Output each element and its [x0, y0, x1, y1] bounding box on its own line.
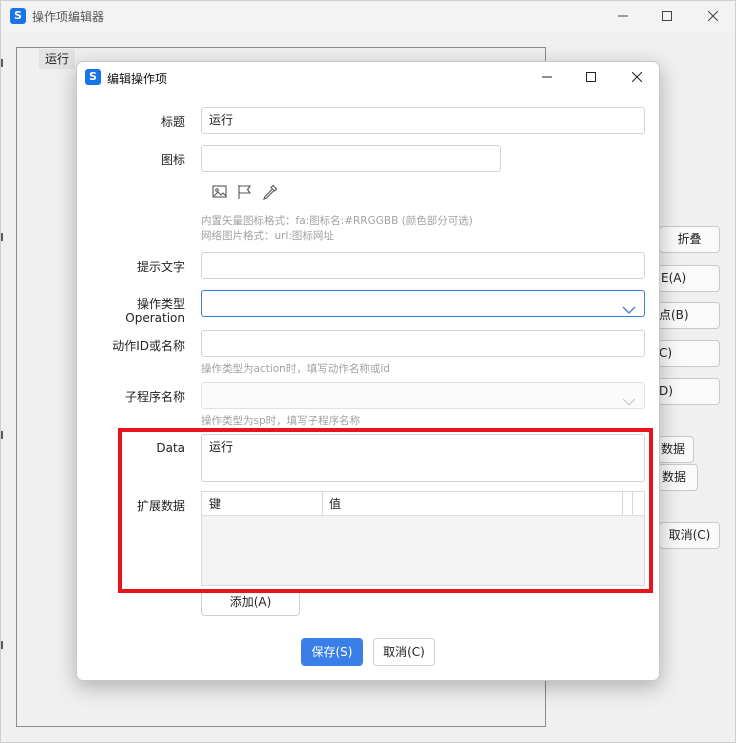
ext-data-label: 扩展数据 — [136, 499, 185, 513]
editor-title: 操作项编辑器 — [32, 10, 105, 24]
chevron-down-icon — [622, 391, 636, 416]
add-button-partial[interactable]: E(A) — [651, 265, 720, 292]
d-button-partial[interactable]: D) — [651, 378, 720, 405]
chevron-down-icon[interactable] — [622, 299, 636, 324]
title-input[interactable]: 运行 — [201, 107, 645, 134]
data-label: Data — [156, 441, 185, 455]
tooltip-input[interactable] — [201, 252, 645, 279]
edit-item-dialog: S 编辑操作项 标题 运行 图标 内置矢量图标格式：fa:图标名:#RRGGBB… — [76, 61, 660, 681]
operation-type-label: 操作类型 — [136, 297, 185, 311]
fold-button[interactable]: 折叠 — [659, 226, 720, 253]
operation-type-select[interactable] — [201, 290, 645, 317]
icon-label: 图标 — [160, 153, 185, 167]
close-icon[interactable] — [703, 6, 723, 26]
subprogram-label: 子程序名称 — [124, 390, 185, 404]
maximize-icon[interactable] — [581, 67, 601, 87]
add-row-button[interactable]: 添加(A) — [201, 589, 300, 616]
point-button-partial[interactable]: 点(B) — [651, 302, 720, 329]
outer-cancel-button[interactable]: 取消(C) — [659, 522, 720, 549]
save-button[interactable]: 保存(S) — [301, 638, 363, 666]
action-id-label: 动作ID或名称 — [112, 339, 185, 353]
eyedropper-icon[interactable] — [261, 183, 279, 201]
close-icon[interactable] — [627, 67, 647, 87]
editor-titlebar: S 操作项编辑器 — [1, 1, 735, 31]
grid-column-divider[interactable] — [632, 492, 633, 516]
subprogram-select — [201, 382, 645, 409]
app-icon: S — [10, 8, 26, 24]
dialog-title: 编辑操作项 — [107, 72, 168, 86]
left-edge-marker — [1, 641, 3, 649]
title-label: 标题 — [160, 115, 185, 129]
c-button-partial[interactable]: C) — [651, 340, 720, 367]
left-edge-marker — [1, 233, 3, 241]
icon-format-hint-2: 网络图片格式：url:图标网址 — [201, 230, 334, 242]
data-textarea[interactable]: 运行 — [201, 434, 645, 482]
minimize-icon[interactable] — [613, 6, 633, 26]
grid-column-key[interactable]: 键 — [209, 492, 221, 516]
cancel-button[interactable]: 取消(C) — [373, 638, 435, 666]
maximize-icon[interactable] — [657, 6, 677, 26]
dialog-titlebar: S 编辑操作项 — [77, 62, 659, 93]
operation-type-sublabel: Operation — [125, 311, 185, 325]
grid-column-divider[interactable] — [322, 492, 323, 516]
minimize-icon[interactable] — [537, 67, 557, 87]
left-edge-marker — [1, 59, 3, 67]
icon-format-hint-1: 内置矢量图标格式：fa:图标名:#RRGGBB (颜色部分可选) — [201, 215, 473, 227]
image-icon[interactable] — [211, 183, 229, 201]
tooltip-label: 提示文字 — [136, 260, 185, 274]
grid-column-value[interactable]: 值 — [329, 492, 341, 516]
preview-tab-run[interactable]: 运行 — [39, 49, 75, 69]
icon-input[interactable] — [201, 145, 501, 172]
left-edge-marker — [1, 431, 3, 439]
ext-data-grid[interactable]: 键 值 — [201, 491, 645, 586]
action-id-hint: 操作类型为action时，填写动作名称或id — [201, 363, 390, 375]
action-id-input[interactable] — [201, 330, 645, 357]
app-icon: S — [85, 69, 101, 85]
ext-data-grid-header: 键 值 — [202, 492, 644, 516]
flag-icon[interactable] — [236, 183, 254, 201]
subprogram-hint: 操作类型为sp时，填写子程序名称 — [201, 415, 361, 427]
grid-column-divider[interactable] — [622, 492, 623, 516]
